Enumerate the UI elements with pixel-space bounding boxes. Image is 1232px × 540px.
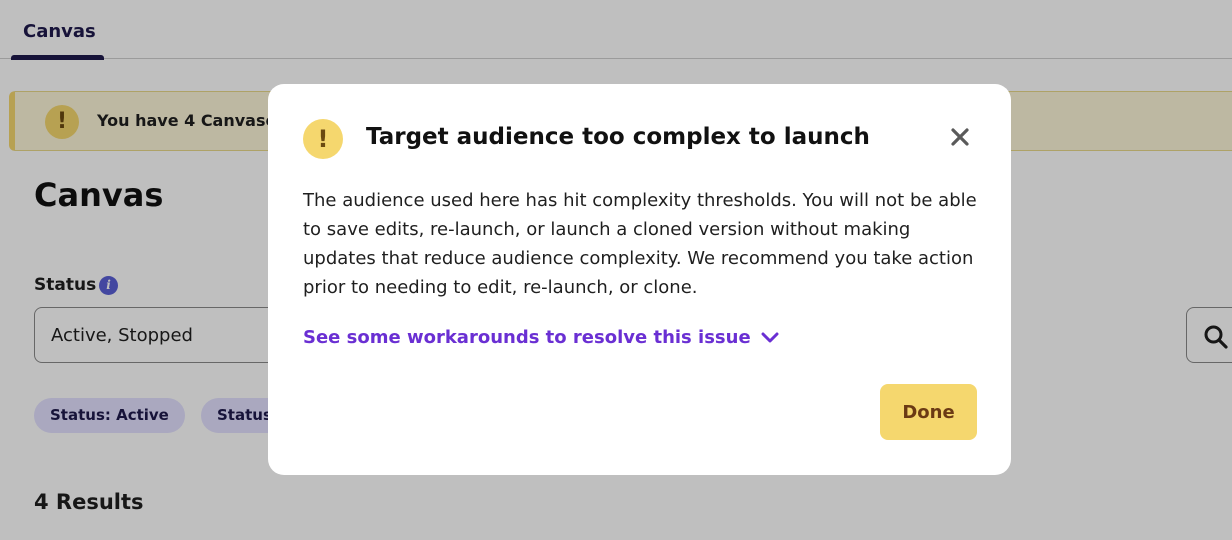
dialog-body-text: The audience used here has hit complexit… [303, 190, 977, 298]
workarounds-link-text: See some workarounds to resolve this iss… [303, 327, 751, 348]
complexity-warning-dialog: ! Target audience too complex to launch … [268, 84, 1011, 475]
chevron-down-icon [761, 332, 779, 343]
done-button[interactable]: Done [880, 384, 977, 440]
dialog-title: Target audience too complex to launch [366, 124, 870, 150]
close-button[interactable] [944, 122, 976, 154]
close-icon [951, 128, 969, 146]
workarounds-toggle[interactable]: See some workarounds to resolve this iss… [303, 327, 779, 348]
exclamation-icon: ! [303, 119, 343, 159]
